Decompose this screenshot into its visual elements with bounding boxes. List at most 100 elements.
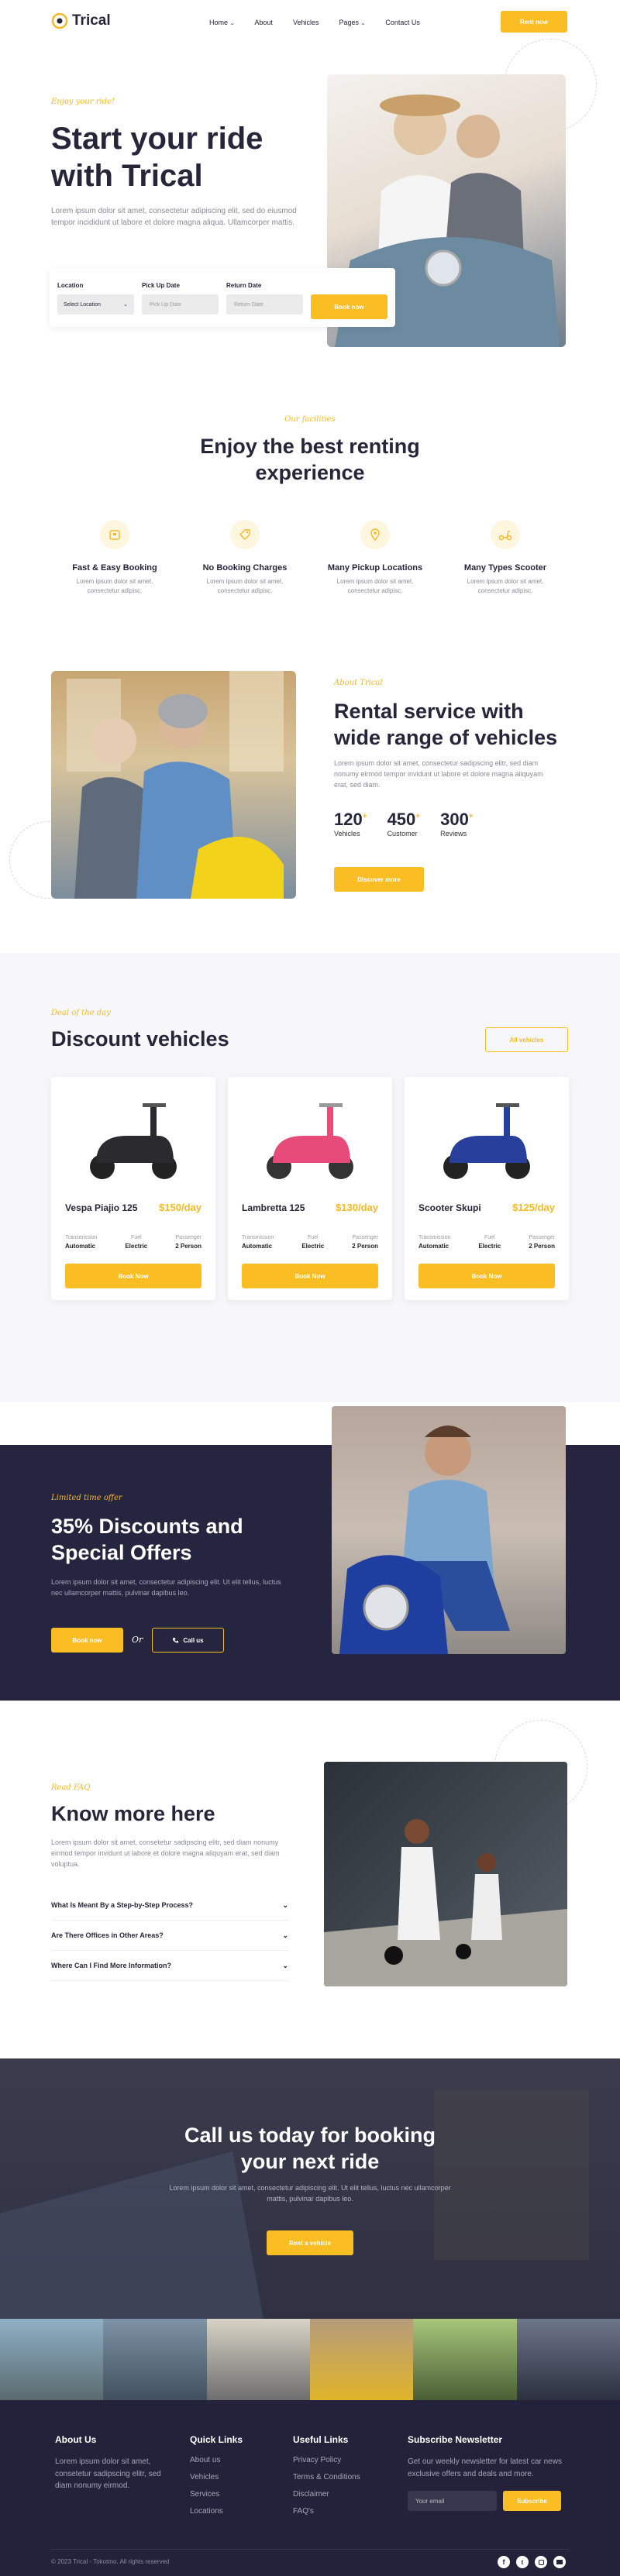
about-kicker: About Trical: [334, 679, 383, 687]
faq-item[interactable]: Are There Offices in Other Areas? ⌄: [51, 1921, 288, 1951]
facility-item: No Booking Charges Lorem ipsum dolor sit…: [183, 520, 307, 596]
footer-link[interactable]: FAQ's: [293, 2507, 360, 2516]
book-vehicle-button[interactable]: Book Now: [65, 1264, 202, 1288]
offer-book-now-button[interactable]: Book now: [51, 1628, 123, 1653]
hero-text: Lorem ipsum dolor sit amet, consectetur …: [51, 207, 297, 227]
footer-link[interactable]: Privacy Policy: [293, 2456, 360, 2464]
gallery-image[interactable]: [309, 2319, 414, 2400]
mail-icon[interactable]: [553, 2556, 566, 2568]
chevron-down-icon: ⌄: [282, 1961, 288, 1969]
about-stats: 120+ Vehicles 450+ Customer 300+ Reviews: [334, 810, 474, 837]
vehicle-cards: Vespa Piajio 125 $150/day Transmission Au…: [51, 1077, 569, 1300]
facility-item: Many Pickup Locations Lorem ipsum dolor …: [313, 520, 437, 596]
facebook-icon[interactable]: f: [498, 2556, 510, 2568]
pickup-date-input[interactable]: Pick Up Date: [142, 294, 219, 315]
footer-about: About Us Lorem ipsum dolor sit amet, con…: [55, 2434, 161, 2490]
facility-item: Fast & Easy Booking Lorem ipsum dolor si…: [53, 520, 177, 596]
logo[interactable]: Trical: [51, 12, 111, 29]
vehicle-price: $150/day: [159, 1202, 202, 1213]
stat-vehicles: 120+ Vehicles: [334, 810, 367, 837]
deals-kicker: Deal of the day: [51, 1009, 111, 1017]
about-title: Rental service with wide range of vehicle…: [334, 700, 558, 749]
logo-icon: [51, 12, 68, 29]
discover-more-button[interactable]: Discover more: [334, 867, 424, 892]
faq-item[interactable]: Where Can I Find More Information? ⌄: [51, 1951, 288, 1981]
stat-reviews: 300+ Reviews: [440, 810, 474, 837]
social-links: f t: [498, 2556, 566, 2568]
footer-link[interactable]: Services: [190, 2490, 243, 2499]
map-pin-icon: [370, 528, 380, 542]
stat-customer: 450+ Customer: [387, 810, 421, 837]
rent-now-button[interactable]: Rent now: [501, 11, 567, 33]
gallery-strip: [0, 2319, 620, 2400]
facilities-list: Fast & Easy Booking Lorem ipsum dolor si…: [53, 520, 567, 596]
all-vehicles-button[interactable]: All vehicles: [485, 1027, 568, 1052]
faq-kicker: Read FAQ: [51, 1783, 91, 1792]
gallery-image[interactable]: [206, 2319, 310, 2400]
booking-form: Location Select Location ⌄ Pick Up Date P…: [50, 268, 395, 327]
nav-item-vehicles[interactable]: Vehicles: [293, 19, 319, 26]
discount-tag-icon: [239, 529, 250, 540]
instagram-icon[interactable]: [535, 2556, 547, 2568]
book-vehicle-button[interactable]: Book Now: [418, 1264, 555, 1288]
rent-vehicle-button[interactable]: Rent a vehicle: [267, 2230, 353, 2255]
chevron-down-icon: ⌄: [360, 21, 366, 26]
vehicle-image: [443, 1103, 530, 1179]
chevron-down-icon: ⌄: [282, 1931, 288, 1939]
facilities-title: Enjoy the best renting experience: [200, 435, 420, 484]
email-input[interactable]: Your email: [408, 2491, 497, 2511]
book-vehicle-button[interactable]: Book Now: [242, 1264, 378, 1288]
vehicle-name: Scooter Skupi: [418, 1202, 481, 1213]
cta-title: Call us today for booking your next ride: [184, 2124, 436, 2173]
vehicle-image: [90, 1103, 177, 1179]
return-label: Return Date: [226, 282, 262, 289]
faq-image: [324, 1762, 567, 1986]
offer-kicker: Limited time offer: [51, 1494, 122, 1502]
about-text: Lorem ipsum dolor sit amet, consectetur …: [334, 759, 543, 789]
nav-item-contact[interactable]: Contact Us: [385, 19, 420, 26]
location-select[interactable]: Select Location ⌄: [57, 294, 134, 315]
about-image: [51, 671, 296, 899]
footer-divider: [51, 2549, 569, 2550]
facility-item: Many Types Scooter Lorem ipsum dolor sit…: [443, 520, 567, 596]
footer-link[interactable]: Disclaimer: [293, 2490, 360, 2499]
nav-item-about[interactable]: About: [254, 19, 273, 26]
vehicle-card: Scooter Skupi $125/day Transmission Autom…: [405, 1077, 569, 1300]
or-label: Or: [132, 1635, 143, 1645]
cta-text: Lorem ipsum dolor sit amet, consectetur …: [169, 2184, 451, 2203]
faq-list: What Is Meant By a Step-by-Step Process?…: [51, 1890, 288, 1981]
vehicle-image: [267, 1103, 353, 1179]
hero-title: Start your ride with Trical: [51, 122, 264, 193]
vehicle-name: Lambretta 125: [242, 1202, 305, 1213]
gallery-image[interactable]: [0, 2319, 104, 2400]
main-nav: Home ⌄ About Vehicles Pages ⌄ Contact Us: [209, 19, 420, 26]
book-now-button[interactable]: Book now: [311, 294, 388, 319]
chevron-down-icon: ⌄: [229, 21, 235, 26]
offer-text: Lorem ipsum dolor sit amet, consectetur …: [51, 1578, 281, 1597]
nav-item-home[interactable]: Home ⌄: [209, 19, 234, 26]
vehicle-price: $130/day: [336, 1202, 378, 1213]
gallery-image[interactable]: [413, 2319, 517, 2400]
faq-title: Know more here: [51, 1802, 215, 1825]
faq-text: Lorem ipsum dolor sit amet, consetetur s…: [51, 1838, 280, 1868]
gallery-image[interactable]: [516, 2319, 620, 2400]
return-date-input[interactable]: Return Date: [226, 294, 303, 315]
vehicle-price: $125/day: [512, 1202, 555, 1213]
faq-item[interactable]: What Is Meant By a Step-by-Step Process?…: [51, 1890, 288, 1921]
pickup-label: Pick Up Date: [142, 282, 180, 289]
chevron-down-icon: ⌄: [123, 302, 128, 308]
footer-link[interactable]: Terms & Conditions: [293, 2473, 360, 2481]
offer-title: 35% Discounts and Special Offers: [51, 1515, 243, 1564]
call-us-button[interactable]: Call us: [152, 1628, 224, 1653]
chevron-down-icon: ⌄: [282, 1900, 288, 1909]
footer-link[interactable]: Locations: [190, 2507, 243, 2516]
facilities-kicker: Our facilities: [284, 415, 336, 424]
twitter-icon[interactable]: t: [516, 2556, 529, 2568]
footer-link[interactable]: About us: [190, 2456, 243, 2464]
copyright: © 2023 Trical - Tokotmo. All rights rese…: [51, 2558, 170, 2565]
deals-title: Discount vehicles: [51, 1027, 229, 1051]
gallery-image[interactable]: [103, 2319, 207, 2400]
nav-item-pages[interactable]: Pages ⌄: [339, 19, 365, 26]
subscribe-button[interactable]: Subscribe: [503, 2491, 561, 2511]
footer-link[interactable]: Vehicles: [190, 2473, 243, 2481]
